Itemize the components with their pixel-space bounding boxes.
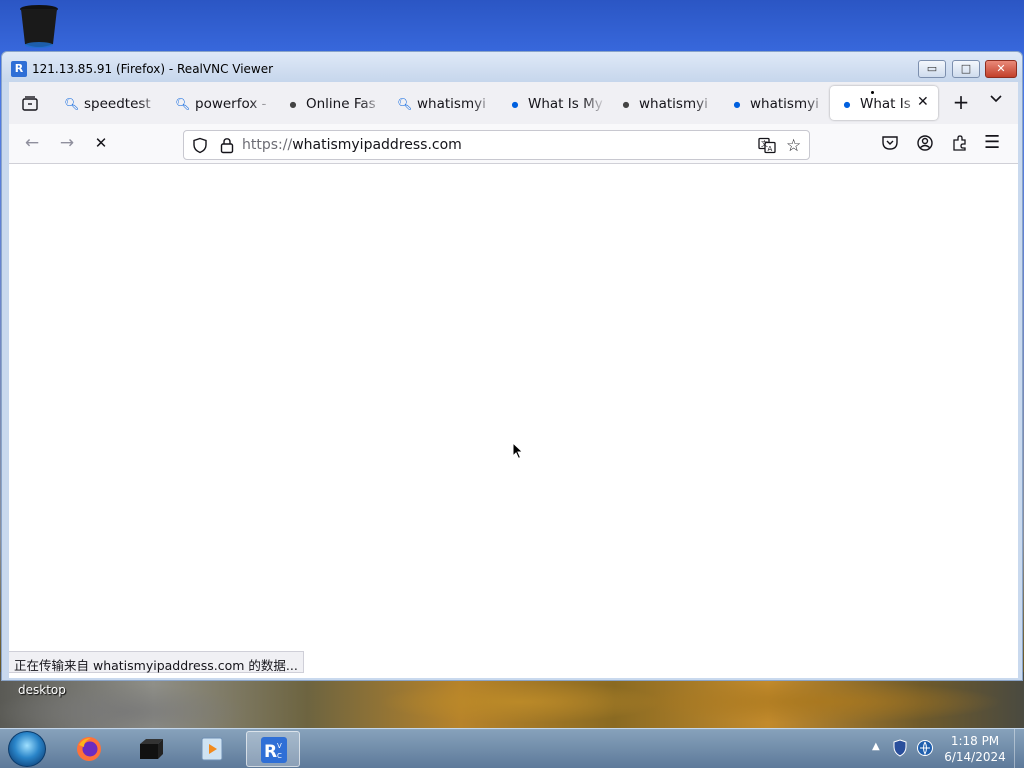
hamburger-menu-icon[interactable]: ☰ (984, 132, 1004, 153)
show-hidden-icons-icon[interactable]: ▲ (872, 741, 880, 752)
taskbar-terminal[interactable] (124, 731, 178, 767)
system-clock[interactable]: 1:18 PM 6/14/2024 (940, 733, 1010, 765)
tab-what-is-active[interactable]: ● What Is (840, 88, 920, 120)
dot-favicon-icon: ● (289, 99, 297, 109)
close-icon: ✕ (996, 62, 1006, 75)
chevron-down-icon[interactable] (989, 92, 1003, 106)
stop-loading-icon[interactable]: ✕ (90, 134, 112, 152)
taskbar-realvnc[interactable]: R V C (246, 731, 300, 767)
realvnc-icon: R V C (261, 737, 287, 763)
firefox-view-icon[interactable] (21, 94, 39, 112)
forward-arrow-icon[interactable]: → (56, 133, 78, 153)
dot-favicon-icon: ● (511, 99, 519, 109)
search-icon: 🔍︎ (175, 97, 191, 111)
tab-speedtest[interactable]: 🔍︎ speedtest (64, 88, 162, 120)
svg-text:V: V (277, 742, 282, 750)
minimize-button[interactable]: ▭ (918, 60, 946, 78)
taskbar: R V C ▲ 1:18 PM 6/14/2024 (0, 728, 1024, 768)
account-icon[interactable] (915, 133, 935, 153)
tab-powerfox[interactable]: 🔍︎ powerfox - (175, 88, 273, 120)
show-desktop-button[interactable] (1014, 729, 1024, 768)
url-bar[interactable]: https://whatismyipaddress.com 文 A ☆ (183, 130, 810, 160)
taskbar-firefox[interactable] (62, 731, 116, 767)
trash-icon[interactable] (19, 4, 59, 50)
translate-icon[interactable]: 文 A (758, 137, 776, 154)
firefox-icon (77, 737, 101, 761)
tab-whatismyip-3[interactable]: ● whatismyi (730, 88, 828, 120)
tab-label: whatismyi (639, 96, 708, 112)
tab-label: whatismyi (750, 96, 819, 112)
tab-online-fast[interactable]: ● Online Fas (286, 88, 384, 120)
svg-text:C: C (277, 752, 282, 760)
close-button[interactable]: ✕ (985, 60, 1017, 78)
mouse-cursor-icon (512, 442, 524, 460)
vnc-viewer-window: R 121.13.85.91 (Firefox) - RealVNC Viewe… (1, 51, 1023, 681)
url-text[interactable]: https://whatismyipaddress.com (242, 137, 462, 153)
page-content-area[interactable]: 正在传输来自 whatismyipaddress.com 的数据... (9, 164, 1018, 678)
security-shield-icon[interactable] (892, 739, 908, 757)
tab-whatismyip-1[interactable]: 🔍︎ whatismyi (397, 88, 495, 120)
tab-close-icon[interactable]: ✕ (917, 94, 929, 110)
start-button[interactable] (8, 731, 46, 767)
tab-strip: 🔍︎ speedtest 🔍︎ powerfox - ● Online Fas … (9, 82, 1018, 124)
clock-time: 1:18 PM (950, 734, 1000, 748)
search-icon: 🔍︎ (397, 97, 413, 111)
realvnc-app-icon: R (11, 61, 27, 77)
vnc-window-title: 121.13.85.91 (Firefox) - RealVNC Viewer (32, 62, 274, 76)
tracking-protection-shield-icon[interactable] (192, 137, 208, 154)
url-scheme: https:// (242, 137, 293, 153)
vnc-titlebar[interactable]: R 121.13.85.91 (Firefox) - RealVNC Viewe… (2, 52, 1022, 82)
lock-icon[interactable] (220, 137, 234, 154)
maximize-button[interactable]: □ (952, 60, 980, 78)
system-tray: ▲ (862, 737, 942, 761)
tab-label: Online Fas (306, 96, 376, 112)
svg-text:A: A (768, 145, 773, 153)
new-tab-icon[interactable]: + (949, 90, 973, 114)
bookmark-star-icon[interactable]: ☆ (786, 136, 801, 156)
tab-what-is-my[interactable]: ● What Is My (508, 88, 606, 120)
tab-label: What Is My (528, 96, 603, 112)
taskbar-media-player[interactable] (186, 731, 240, 767)
tab-label: whatismyi (417, 96, 486, 112)
status-panel: 正在传输来自 whatismyipaddress.com 的数据... (9, 651, 304, 673)
tab-whatismyip-2[interactable]: ● whatismyi (619, 88, 717, 120)
minimize-icon: ▭ (926, 62, 938, 75)
dot-favicon-icon: ● (733, 99, 741, 109)
dot-favicon-icon: ● (843, 99, 851, 109)
back-arrow-icon[interactable]: ← (21, 133, 43, 153)
pocket-icon[interactable] (880, 133, 900, 153)
tab-label: speedtest (84, 96, 151, 112)
extensions-puzzle-icon[interactable] (950, 133, 970, 153)
media-player-icon (201, 737, 223, 761)
firefox-browser: 🔍︎ speedtest 🔍︎ powerfox - ● Online Fas … (9, 82, 1018, 678)
network-icon[interactable] (916, 739, 934, 757)
navigation-toolbar: ← → ✕ https://whatismyipaddress.com 文 A (9, 124, 1018, 164)
url-host: whatismyipaddress.com (292, 137, 462, 153)
maximize-icon: □ (960, 62, 972, 75)
svg-text:R: R (264, 742, 277, 762)
search-icon: 🔍︎ (64, 97, 80, 111)
tab-label: What Is (860, 96, 911, 112)
terminal-icon (140, 739, 163, 759)
desktop-label: desktop (18, 683, 66, 697)
dot-favicon-icon: ● (622, 99, 630, 109)
tab-label: powerfox - (195, 96, 267, 112)
clock-date: 6/14/2024 (944, 750, 1006, 764)
